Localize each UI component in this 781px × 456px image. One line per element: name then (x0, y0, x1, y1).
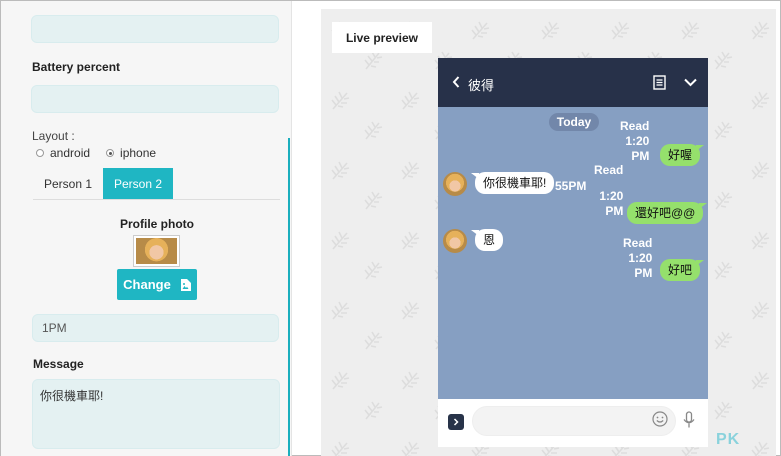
read-status: Read (620, 119, 650, 133)
chevron-down-icon[interactable] (684, 78, 697, 87)
profile-photo-thumbnail (133, 235, 180, 267)
tab-live-preview[interactable]: Live preview (332, 22, 432, 53)
message-meta: Read 1:20 PM (623, 236, 652, 281)
message-time-suffix: PM (605, 204, 624, 218)
message-time-suffix: PM (634, 266, 653, 280)
message-time-suffix: PM (631, 149, 650, 163)
message-time: 1:20 (599, 189, 624, 203)
profile-photo-label: Profile photo (120, 217, 194, 231)
microphone-icon[interactable] (683, 411, 695, 429)
top-input-field[interactable] (31, 15, 279, 43)
tab-person-1[interactable]: Person 1 (33, 168, 103, 199)
message-time: 1:20 (628, 251, 653, 265)
message-bubble-out: 還好吧@@ (627, 202, 708, 224)
change-button-label: Change (123, 277, 171, 292)
layout-radio-group: android iphone (36, 146, 166, 160)
battery-input[interactable] (31, 85, 279, 113)
message-bubble-out: 好吧 (660, 259, 705, 281)
message-meta: Read 1:20 PM (594, 163, 623, 219)
person-tabs: Person 1 Person 2 (33, 168, 280, 200)
message-bubble-out: 好喔 (660, 144, 705, 166)
radio-iphone-label: iphone (120, 146, 157, 160)
message-label: Message (33, 357, 84, 371)
layout-label: Layout : (32, 129, 75, 143)
message-bubble-in: 你很機車耶! (470, 172, 555, 194)
active-section-indicator (288, 138, 290, 456)
time-input[interactable]: 1PM (32, 314, 279, 342)
message-bubble-in: 恩 (470, 229, 504, 251)
chat-input-bar (438, 399, 708, 447)
back-icon[interactable] (452, 76, 460, 88)
contact-avatar (443, 172, 467, 196)
preview-panel: Live preview 彼得 Today Read 1:20 PM 好喔 你很… (321, 9, 776, 456)
notes-icon[interactable] (653, 75, 666, 90)
read-status: Read (594, 163, 624, 177)
battery-label: Battery percent (32, 60, 121, 74)
radio-android-label: android (50, 146, 91, 160)
contact-avatar (443, 229, 467, 253)
chat-header: 彼得 (438, 58, 708, 107)
message-textarea[interactable]: 你很機車耶! (32, 379, 280, 449)
chat-preview: 彼得 Today Read 1:20 PM 好喔 你很機車耶! 55PM Rea… (438, 58, 708, 447)
tab-person-2[interactable]: Person 2 (103, 168, 173, 199)
read-status: Read (623, 236, 653, 250)
radio-iphone[interactable] (106, 149, 115, 157)
message-meta: Read 1:20 PM (620, 119, 649, 164)
message-time: 55PM (555, 179, 587, 193)
watermark-logo: PK (716, 431, 741, 448)
contact-name: 彼得 (468, 78, 495, 93)
avatar (136, 238, 177, 264)
settings-panel: Battery percent Layout : android iphone … (1, 1, 292, 456)
chat-text-input[interactable] (472, 406, 676, 436)
radio-android[interactable] (36, 149, 44, 157)
expand-icon[interactable] (448, 414, 464, 430)
message-time: 1:20 (625, 134, 650, 148)
emoji-icon[interactable] (652, 411, 668, 427)
change-photo-button[interactable]: Change (117, 269, 197, 300)
date-separator: Today (549, 113, 599, 131)
image-icon (180, 278, 191, 291)
